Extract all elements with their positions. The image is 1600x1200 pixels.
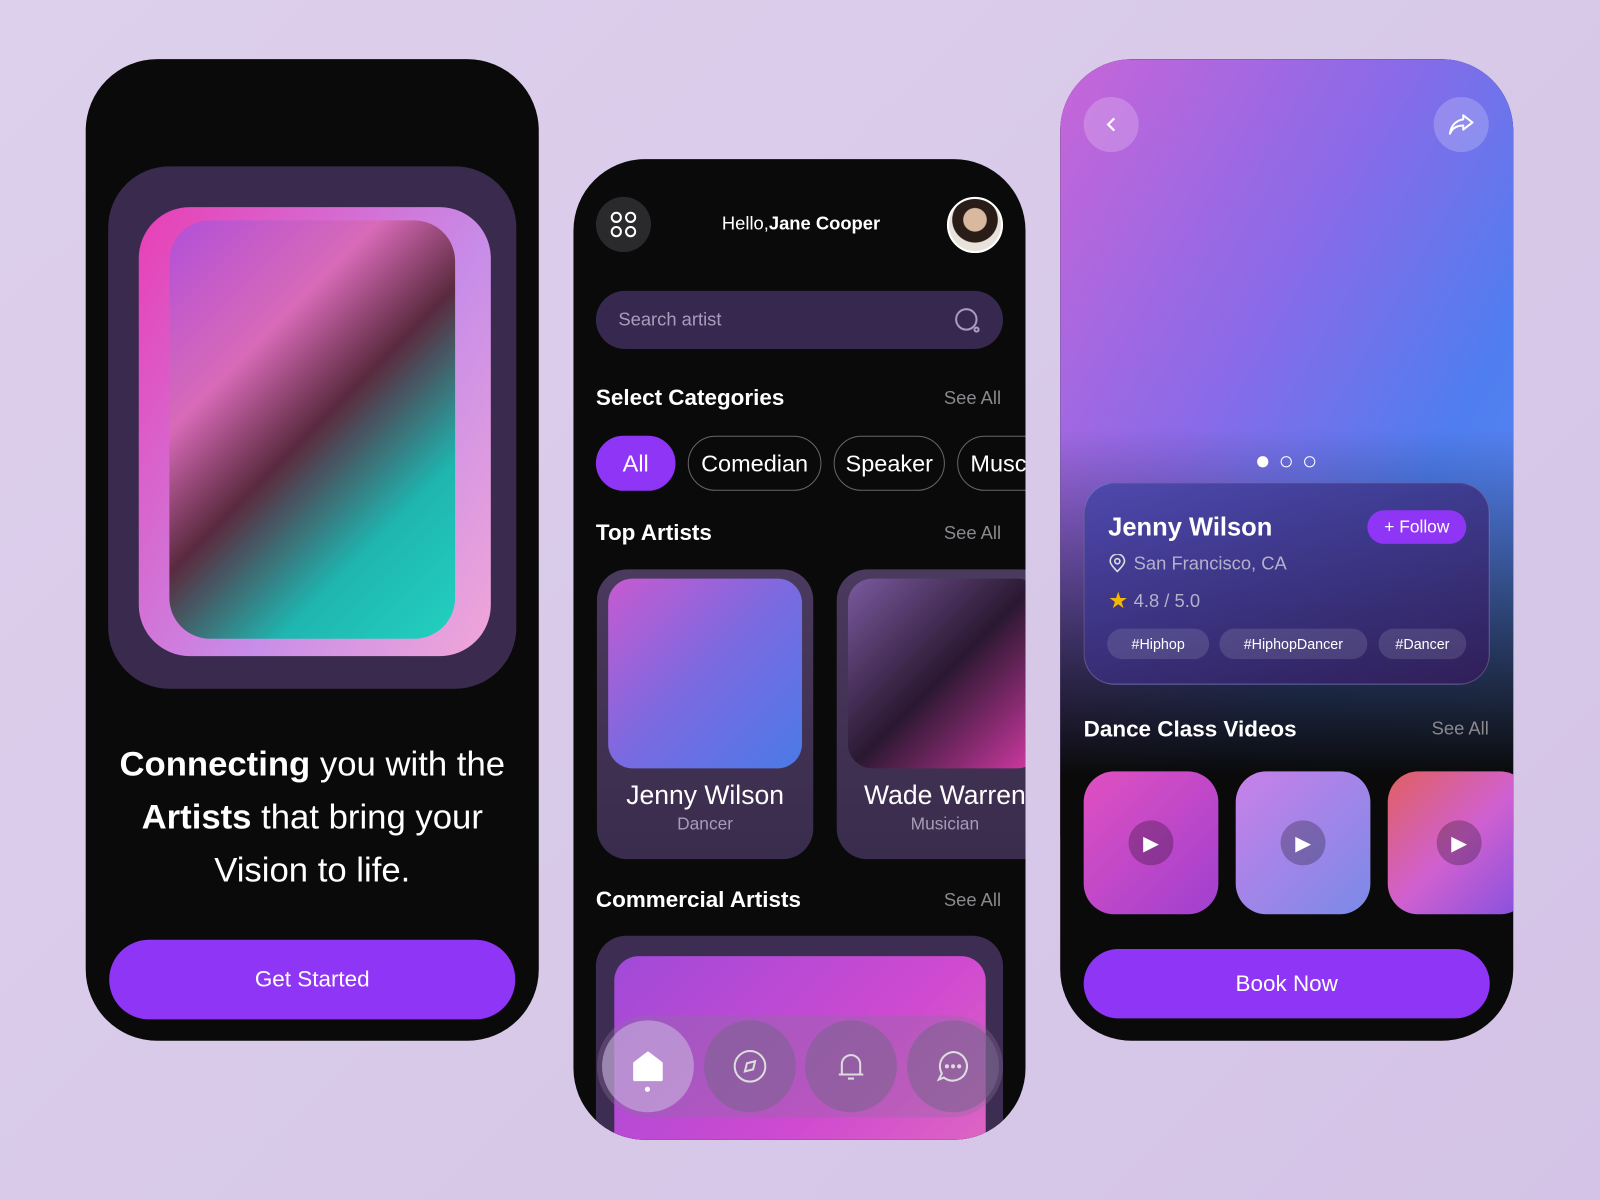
video-thumbnail[interactable]: ▶ bbox=[1083, 771, 1219, 915]
bell-icon bbox=[838, 1054, 864, 1080]
carousel-dot[interactable] bbox=[1280, 456, 1292, 468]
video-thumbnail[interactable]: ▶ bbox=[1235, 771, 1371, 915]
videos-see-all[interactable]: See All bbox=[1432, 718, 1489, 739]
menu-button[interactable] bbox=[595, 196, 652, 253]
compass-icon bbox=[733, 1049, 767, 1083]
get-started-button[interactable]: Get Started bbox=[109, 939, 516, 1020]
star-icon: ★ bbox=[1108, 587, 1129, 614]
artist-name: Jenny Wilson bbox=[1108, 513, 1273, 542]
tag-hiphop[interactable]: #Hiphop bbox=[1107, 628, 1210, 660]
tag-hiphop-dancer[interactable]: #HiphopDancer bbox=[1219, 628, 1368, 660]
book-now-button[interactable]: Book Now bbox=[1083, 948, 1490, 1019]
videos-title: Dance Class Videos bbox=[1083, 716, 1297, 742]
carousel-dot[interactable] bbox=[1304, 456, 1316, 468]
grid-icon bbox=[610, 211, 637, 238]
category-speaker[interactable]: Speaker bbox=[833, 435, 945, 491]
nav-explore[interactable] bbox=[704, 1020, 796, 1113]
play-icon: ▶ bbox=[1280, 820, 1326, 866]
chevron-left-icon bbox=[1106, 117, 1116, 132]
play-icon: ▶ bbox=[1128, 820, 1174, 866]
nav-home[interactable] bbox=[602, 1020, 694, 1113]
carousel-dots bbox=[1257, 456, 1316, 468]
artist-card[interactable]: Jenny Wilson Dancer bbox=[596, 569, 814, 860]
back-button[interactable] bbox=[1083, 96, 1139, 153]
follow-button[interactable]: + Follow bbox=[1367, 510, 1467, 544]
home-screen: Hello,Jane Cooper Search artist Select C… bbox=[573, 159, 1026, 1140]
home-icon bbox=[633, 1051, 663, 1082]
rating: 4.8 / 5.0 bbox=[1133, 590, 1201, 612]
artist-photo bbox=[608, 578, 803, 769]
commercial-title: Commercial Artists bbox=[595, 886, 801, 913]
greeting: Hello,Jane Cooper bbox=[721, 213, 881, 234]
share-icon bbox=[1448, 114, 1474, 135]
hero-artist-photo bbox=[169, 220, 456, 639]
nav-notifications[interactable] bbox=[805, 1020, 897, 1113]
artist-photo bbox=[847, 578, 1026, 769]
headline: Connecting you with the Artists that bri… bbox=[119, 744, 506, 890]
top-artists-see-all[interactable]: See All bbox=[944, 522, 1001, 543]
category-comedian[interactable]: Comedian bbox=[687, 435, 822, 491]
commercial-see-all[interactable]: See All bbox=[944, 890, 1001, 911]
category-all[interactable]: All bbox=[595, 435, 676, 491]
profile-screen: Jenny Wilson + Follow San Francisco, CA … bbox=[1060, 59, 1514, 1041]
categories-see-all[interactable]: See All bbox=[944, 388, 1001, 409]
search-input[interactable]: Search artist bbox=[595, 290, 1004, 349]
top-artists-title: Top Artists bbox=[595, 519, 712, 545]
nav-messages[interactable] bbox=[907, 1020, 999, 1113]
search-icon[interactable] bbox=[954, 307, 981, 334]
category-musician[interactable]: Musc bbox=[957, 435, 1026, 491]
chat-icon bbox=[936, 1051, 968, 1082]
location: San Francisco, CA bbox=[1133, 553, 1287, 574]
location-pin-icon bbox=[1109, 554, 1126, 573]
play-icon: ▶ bbox=[1436, 820, 1482, 866]
carousel-dot[interactable] bbox=[1257, 456, 1269, 468]
categories-title: Select Categories bbox=[595, 384, 785, 411]
artist-card[interactable]: Wade Warren Musician bbox=[836, 569, 1026, 860]
onboarding-screen: Connecting you with the Artists that bri… bbox=[85, 59, 539, 1041]
tag-dancer[interactable]: #Dancer bbox=[1378, 628, 1467, 660]
video-thumbnail[interactable]: ▶ bbox=[1387, 771, 1514, 915]
share-button[interactable] bbox=[1433, 96, 1489, 153]
avatar[interactable] bbox=[946, 196, 1004, 254]
active-dot bbox=[644, 1086, 650, 1092]
